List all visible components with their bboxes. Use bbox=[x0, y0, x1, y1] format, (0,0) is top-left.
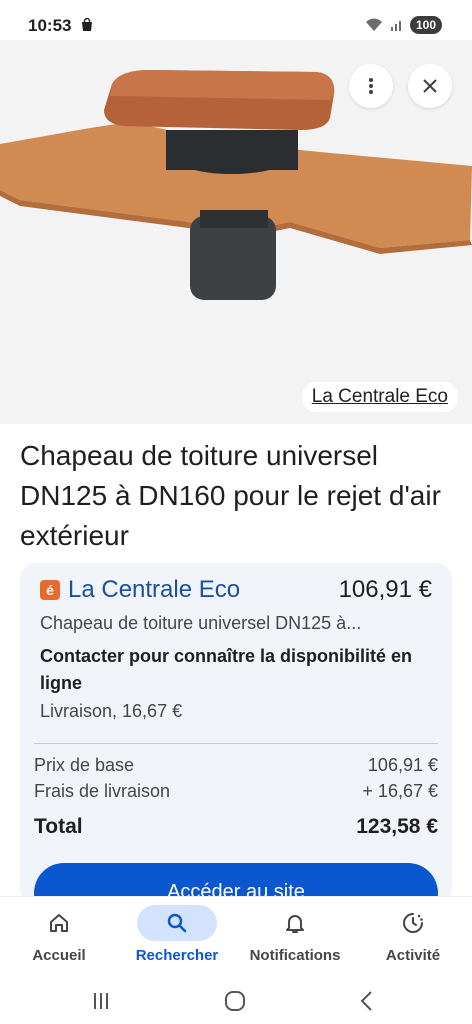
recent-apps-icon bbox=[94, 993, 108, 1009]
nav-item-accueil[interactable]: Accueil bbox=[0, 897, 118, 977]
product-title: Chapeau de toiture universel DN125 à DN1… bbox=[20, 440, 441, 551]
home-icon bbox=[50, 914, 68, 932]
availability-text: Contacter pour connaître la disponibilit… bbox=[40, 646, 413, 693]
status-indicators: 100 bbox=[364, 16, 442, 34]
nav-item-activite[interactable]: Activité bbox=[354, 897, 472, 977]
nav-label: Notifications bbox=[249, 947, 341, 964]
delivery-text: Livraison, 16,67 € bbox=[40, 701, 183, 721]
recent-apps-button[interactable] bbox=[86, 986, 116, 1016]
back-button[interactable] bbox=[352, 986, 382, 1016]
total-value: 123,58 € bbox=[356, 815, 438, 838]
battery-level: 100 bbox=[409, 16, 442, 34]
home-circle-icon bbox=[225, 991, 245, 1011]
close-button[interactable] bbox=[408, 64, 452, 108]
base-price-row: Prix de base 106,91 € bbox=[34, 755, 438, 776]
merchant-row[interactable]: é La Centrale Eco 106,91 € bbox=[40, 575, 432, 605]
back-chevron-icon bbox=[360, 991, 372, 1011]
offer-product-title: Chapeau de toiture universel DN125 à... bbox=[40, 613, 362, 633]
base-price-value: 106,91 € bbox=[367, 755, 438, 775]
more-vert-icon bbox=[369, 78, 373, 94]
shipping-label: Frais de livraison bbox=[34, 781, 171, 801]
nav-item-rechercher[interactable]: Rechercher bbox=[118, 897, 236, 977]
offer-card: é La Centrale Eco 106,91 € Chapeau de to… bbox=[20, 563, 452, 923]
offer-price: 106,91 € bbox=[338, 576, 432, 603]
divider bbox=[34, 743, 438, 744]
shipping-row: Frais de livraison + 16,67 € bbox=[34, 781, 438, 802]
close-icon bbox=[423, 79, 437, 93]
shipping-value: + 16,67 € bbox=[362, 781, 438, 801]
product-image[interactable]: La Centrale Eco bbox=[0, 40, 472, 424]
bell-icon bbox=[286, 915, 304, 933]
status-time: 10:53 bbox=[28, 16, 72, 35]
merchant-logo: é bbox=[40, 580, 60, 600]
base-price-label: Prix de base bbox=[34, 755, 135, 775]
nav-label: Accueil bbox=[32, 947, 86, 964]
signal-icon bbox=[390, 21, 401, 31]
nav-item-notifications[interactable]: Notifications bbox=[236, 897, 354, 977]
total-row: Total 123,58 € bbox=[34, 815, 438, 839]
nav-label: Rechercher bbox=[135, 947, 219, 964]
roof-vent-illustration bbox=[0, 70, 472, 300]
activity-icon bbox=[403, 913, 423, 933]
total-label: Total bbox=[34, 815, 83, 838]
home-button[interactable] bbox=[220, 986, 250, 1016]
more-options-button[interactable] bbox=[349, 64, 393, 108]
system-navigation-bar bbox=[0, 976, 472, 1024]
shopping-bag-icon bbox=[82, 18, 92, 31]
bottom-navigation: Accueil Rechercher Notifications Activit… bbox=[0, 896, 472, 976]
wifi-icon bbox=[365, 18, 382, 31]
image-source-link[interactable]: La Centrale Eco bbox=[301, 382, 458, 412]
merchant-name[interactable]: La Centrale Eco bbox=[68, 576, 240, 604]
nav-label: Activité bbox=[385, 947, 441, 964]
search-icon bbox=[167, 913, 187, 933]
